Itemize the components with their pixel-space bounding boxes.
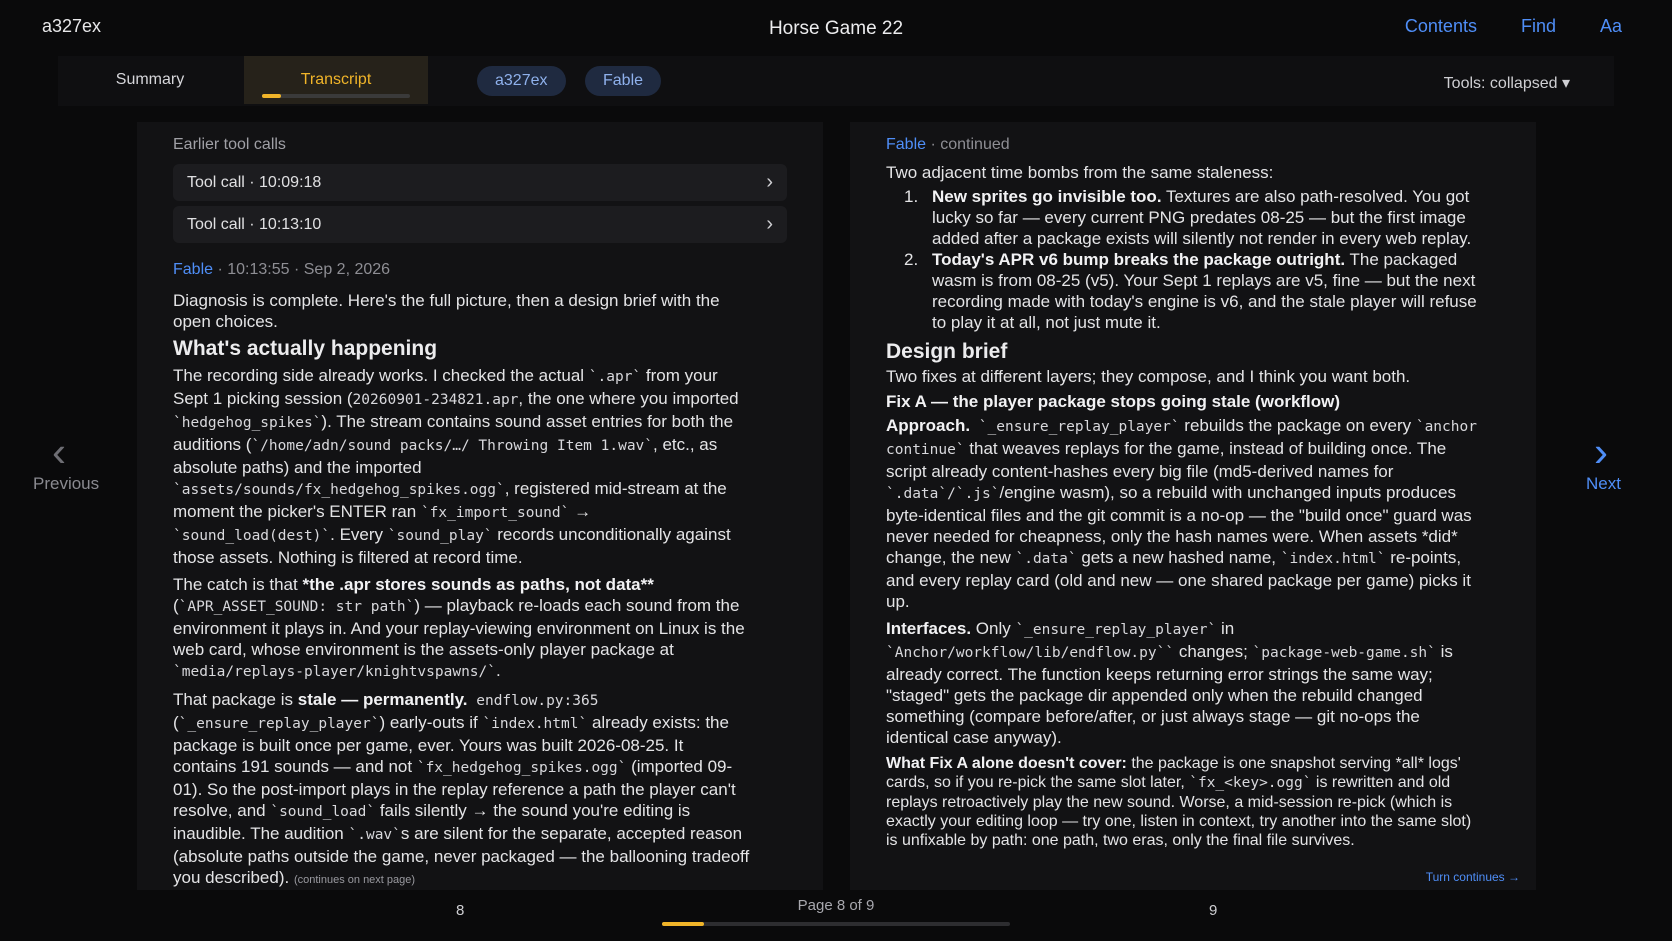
top-bar: a327ex Horse Game 22 Contents Find Aa: [0, 0, 1672, 56]
interfaces-paragraph: Interfaces. Only `_ensure_replay_player`…: [886, 619, 1453, 747]
message-body: Two adjacent time bombs from the same st…: [886, 162, 1486, 856]
top-links: Contents Find Aa: [1405, 16, 1622, 37]
section-heading: Design brief: [886, 340, 1008, 363]
message-header: Fable · 10:13:55 · Sep 2, 2026: [173, 261, 390, 279]
tab-transcript[interactable]: Transcript: [244, 56, 428, 104]
font-settings-link[interactable]: Aa: [1600, 16, 1622, 37]
intro-paragraph: Diagnosis is complete. Here's the full p…: [173, 291, 720, 331]
tool-call-row[interactable]: Tool call · 10:09:18 ›: [173, 164, 787, 201]
numbered-list: 1. New sprites go invisible too. Textures…: [886, 186, 1486, 333]
message-header: Fable · continued: [886, 136, 1010, 154]
paragraph: That package is stale — permanently. end…: [173, 690, 750, 887]
previous-button[interactable]: Previous: [33, 474, 99, 494]
earlier-tool-calls-label: Earlier tool calls: [173, 136, 286, 153]
speaker-name[interactable]: Fable: [173, 261, 213, 278]
message-meta: · 10:13:55 · Sep 2, 2026: [217, 261, 391, 278]
transcript-progress-fill: [262, 94, 282, 98]
section-heading: What's actually happening: [173, 337, 438, 360]
paragraph: The catch is that *the .apr stores sound…: [173, 575, 745, 680]
brief-lead: Two fixes at different layers; they comp…: [886, 367, 1411, 386]
message-meta: · continued: [930, 136, 1010, 153]
continues-note: (continues on next page): [293, 874, 416, 886]
lead-paragraph: Two adjacent time bombs from the same st…: [886, 163, 1274, 182]
next-button[interactable]: Next: [1586, 474, 1621, 494]
transcript-progress-bar: [262, 94, 410, 98]
contents-link[interactable]: Contents: [1405, 16, 1477, 37]
next-arrow-icon[interactable]: ›: [1594, 428, 1608, 476]
approach-paragraph: Approach. `_ensure_replay_player` rebuil…: [886, 416, 1477, 611]
find-link[interactable]: Find: [1521, 16, 1556, 37]
turn-continues-link[interactable]: Turn continues →: [1426, 870, 1520, 884]
tab-bar: Summary Transcript a327ex Fable Tools: c…: [58, 56, 1614, 106]
reading-progress-bar[interactable]: [662, 922, 1010, 926]
chevron-right-icon: ›: [766, 171, 773, 193]
tool-call-label: Tool call · 10:13:10: [187, 215, 322, 233]
message-body: Diagnosis is complete. Here's the full p…: [173, 290, 751, 897]
page-indicator: Page 8 of 9: [797, 897, 875, 914]
previous-arrow-icon[interactable]: ‹: [52, 428, 66, 476]
reading-progress-fill: [662, 922, 704, 926]
filter-chip-a327ex[interactable]: a327ex: [477, 66, 566, 96]
list-item: 2. Today's APR v6 bump breaks the package…: [904, 250, 1477, 332]
what-fix-paragraph: What Fix A alone doesn't cover: the pack…: [886, 755, 1472, 849]
tool-call-row[interactable]: Tool call · 10:13:10 ›: [173, 206, 787, 243]
tools-toggle[interactable]: Tools: collapsed ▾: [1444, 73, 1570, 93]
tool-call-label: Tool call · 10:09:18: [187, 173, 322, 191]
tab-summary[interactable]: Summary: [58, 56, 242, 104]
filter-chip-fable[interactable]: Fable: [585, 66, 662, 96]
speaker-name[interactable]: Fable: [886, 136, 926, 153]
chevron-right-icon: ›: [766, 213, 773, 235]
list-item: 1. New sprites go invisible too. Textures…: [904, 187, 1472, 248]
fix-a-title: Fix A — the player package stops going s…: [886, 392, 1341, 411]
paragraph: The recording side already works. I chec…: [173, 366, 739, 567]
right-page: Fable · continued Two adjacent time bomb…: [850, 122, 1536, 890]
tab-transcript-label: Transcript: [300, 71, 372, 88]
left-page: Earlier tool calls Tool call · 10:09:18 …: [137, 122, 823, 890]
